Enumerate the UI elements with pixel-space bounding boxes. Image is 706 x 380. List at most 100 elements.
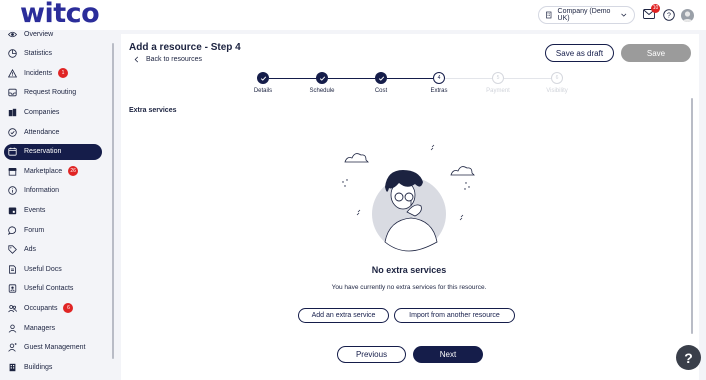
step-visibility: 6 Visibility bbox=[537, 72, 577, 94]
page-title: Add a resource - Step 4 bbox=[129, 42, 241, 53]
store-icon bbox=[8, 167, 17, 176]
sidebar-item-label: Companies bbox=[24, 108, 60, 116]
contact-book-icon bbox=[8, 284, 17, 293]
section-title: Extra services bbox=[129, 107, 177, 114]
sidebar-scrollbar[interactable] bbox=[112, 43, 114, 359]
previous-button[interactable]: Previous bbox=[337, 346, 406, 363]
sidebar-item-label: Useful Docs bbox=[24, 265, 62, 273]
sidebar-item-label: Request Routing bbox=[24, 89, 77, 97]
empty-state-illustration bbox=[342, 144, 475, 252]
back-link-label: Back to resources bbox=[146, 56, 203, 63]
back-to-resources-link[interactable]: Back to resources bbox=[133, 56, 202, 63]
sidebar-item-statistics[interactable]: Statistics bbox=[4, 46, 102, 62]
step-check-icon bbox=[375, 72, 387, 84]
sidebar-item-label: Reservation bbox=[24, 148, 62, 156]
help-button[interactable]: ? bbox=[676, 345, 701, 370]
step-number: 5 bbox=[492, 72, 504, 84]
buildings-icon bbox=[8, 108, 17, 117]
users-icon bbox=[8, 304, 17, 313]
empty-state-title: No extra services bbox=[371, 265, 447, 275]
sidebar-item-companies[interactable]: Companies bbox=[4, 104, 102, 120]
step-number: 4 bbox=[433, 72, 445, 84]
sidebar-item-events[interactable]: Events bbox=[4, 202, 102, 218]
empty-state-description: You have currently no extra services for… bbox=[331, 284, 487, 291]
sidebar-item-attendance[interactable]: Attendance bbox=[4, 124, 102, 140]
sidebar-item-badge: 1 bbox=[58, 68, 69, 79]
sidebar-item-label: Statistics bbox=[24, 50, 53, 58]
sidebar-item-label: Occupants bbox=[24, 304, 58, 312]
sidebar-item-label: Events bbox=[24, 206, 46, 214]
sidebar-item-label: Useful Contacts bbox=[24, 285, 74, 293]
main-panel: Add a resource - Step 4 Back to resource… bbox=[121, 34, 699, 380]
sidebar-item-buildings[interactable]: Buildings bbox=[4, 359, 102, 375]
sidebar-item-label: Managers bbox=[24, 324, 56, 332]
sidebar-item-overview[interactable]: Overview bbox=[4, 26, 102, 42]
sidebar-item-forum[interactable]: Forum bbox=[4, 222, 102, 238]
help-circle-icon[interactable]: ? bbox=[663, 9, 675, 21]
sidebar-item-badge: 26 bbox=[68, 166, 79, 177]
step-label: Payment bbox=[486, 88, 510, 94]
info-icon bbox=[8, 186, 17, 195]
next-button[interactable]: Next bbox=[413, 346, 483, 363]
sidebar-item-managers[interactable]: Managers bbox=[4, 320, 102, 336]
step-payment: 5 Payment bbox=[478, 72, 518, 94]
sidebar-item-label: Overview bbox=[24, 30, 54, 38]
sidebar-item-request-routing[interactable]: Request Routing bbox=[4, 85, 102, 101]
sidebar-item-guest-management[interactable]: Guest Management bbox=[4, 340, 102, 356]
sidebar-item-occupants[interactable]: Occupants 6 bbox=[4, 300, 102, 316]
sidebar-item-ads[interactable]: Ads bbox=[4, 242, 102, 258]
sidebar-item-incidents[interactable]: Incidents 1 bbox=[4, 65, 102, 81]
step-extras: 4 Extras bbox=[419, 72, 459, 94]
step-details: Details bbox=[243, 72, 283, 94]
sidebar-item-label: Ads bbox=[24, 246, 37, 254]
building-icon bbox=[9, 363, 16, 371]
step-check-icon bbox=[316, 72, 328, 84]
step-label: Details bbox=[253, 88, 273, 94]
building-icon bbox=[546, 11, 552, 19]
check-circle-icon bbox=[8, 127, 17, 137]
sidebar: Overview Statistics Incidents 1 Request Rout… bbox=[0, 26, 112, 380]
sidebar-item-label: Buildings bbox=[24, 363, 53, 371]
calendar-icon bbox=[8, 147, 17, 156]
warning-icon bbox=[8, 68, 17, 78]
tag-icon bbox=[8, 245, 17, 254]
sidebar-item-label: Marketplace bbox=[24, 167, 63, 175]
inbox-icon bbox=[8, 89, 17, 97]
mail-badge: 10 bbox=[651, 4, 660, 13]
save-button[interactable]: Save bbox=[621, 44, 691, 62]
sidebar-item-reservation[interactable]: Reservation bbox=[4, 143, 102, 160]
company-select[interactable]: Company (Demo UK) bbox=[538, 6, 635, 24]
sidebar-item-label: Attendance bbox=[24, 128, 60, 136]
sidebar-item-label: Incidents bbox=[24, 69, 53, 77]
eye-icon bbox=[8, 31, 17, 37]
step-cost: Cost bbox=[361, 72, 401, 94]
svg-text:?: ? bbox=[667, 13, 671, 20]
save-as-draft-button[interactable]: Save as draft bbox=[545, 44, 614, 62]
sidebar-item-useful-contacts[interactable]: Useful Contacts bbox=[4, 281, 102, 297]
document-icon bbox=[9, 265, 16, 274]
sidebar-item-label: Information bbox=[24, 187, 60, 195]
chevron-left-icon bbox=[134, 56, 139, 63]
add-extra-service-button[interactable]: Add an extra service bbox=[298, 308, 389, 323]
sidebar-item-badge: 6 bbox=[63, 303, 74, 314]
witco-logo[interactable]: witco bbox=[20, 0, 100, 28]
sidebar-item-marketplace[interactable]: Marketplace 26 bbox=[4, 163, 102, 179]
step-label: Schedule bbox=[309, 88, 335, 94]
company-select-value: Company (Demo UK) bbox=[557, 8, 611, 22]
step-number: 6 bbox=[551, 72, 563, 84]
main-scrollbar[interactable] bbox=[691, 98, 693, 334]
avatar[interactable] bbox=[681, 9, 694, 22]
step-label: Extras bbox=[430, 88, 448, 94]
event-calendar-icon bbox=[8, 207, 17, 215]
sidebar-item-label: Forum bbox=[24, 226, 45, 234]
user-icon bbox=[8, 324, 17, 333]
step-schedule: Schedule bbox=[302, 72, 342, 94]
guest-icon bbox=[8, 343, 17, 352]
step-label: Visibility bbox=[546, 88, 568, 94]
import-from-resource-button[interactable]: Import from another resource bbox=[394, 308, 515, 323]
chat-icon bbox=[8, 225, 17, 235]
chevron-down-icon bbox=[621, 13, 627, 17]
sidebar-item-useful-docs[interactable]: Useful Docs bbox=[4, 261, 102, 277]
sidebar-item-information[interactable]: Information bbox=[4, 183, 102, 199]
sidebar-item-label: Guest Management bbox=[24, 344, 86, 352]
